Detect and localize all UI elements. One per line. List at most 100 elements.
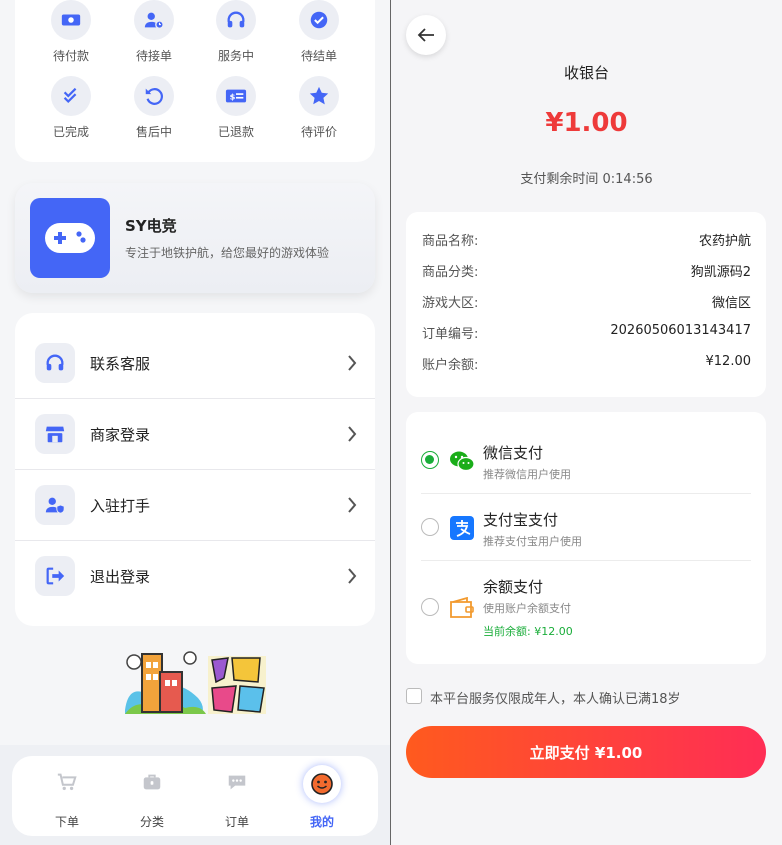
menu-item-join-player[interactable]: 入驻打手 xyxy=(15,470,375,540)
promo-title: SY电竞 xyxy=(125,217,177,235)
current-balance: 当前余额: ¥12.00 xyxy=(483,625,573,638)
radio-selected[interactable] xyxy=(421,451,439,469)
payment-countdown: 支付剩余时间 0:14:56 xyxy=(520,172,653,187)
order-status-completed[interactable]: 已完成 xyxy=(31,76,111,140)
order-status-pending-review[interactable]: 待评价 xyxy=(279,76,359,140)
info-value: 微信区 xyxy=(711,296,751,311)
payment-option-desc: 使用账户余额支付 xyxy=(483,602,571,615)
money-icon xyxy=(51,0,91,40)
tab-orders[interactable]: 订单 xyxy=(207,756,267,836)
payment-option-desc: 推荐微信用户使用 xyxy=(483,468,571,481)
order-status-pending-accept[interactable]: 待接单 xyxy=(114,0,194,64)
agreement-checkbox[interactable] xyxy=(406,688,422,704)
chevron-right-icon xyxy=(348,497,357,513)
tab-order[interactable]: 下单 xyxy=(37,756,97,836)
chat-icon xyxy=(221,766,253,798)
chevron-right-icon xyxy=(348,355,357,371)
rotate-left-icon xyxy=(134,76,174,116)
menu-item-label: 入驻打手 xyxy=(90,496,151,515)
wallet-icon xyxy=(449,595,475,621)
svg-text:$: $ xyxy=(230,92,236,102)
order-status-after-sale[interactable]: 售后中 xyxy=(114,76,194,140)
order-status-label: 售后中 xyxy=(135,125,172,139)
order-status-pending-settle[interactable]: 待结单 xyxy=(279,0,359,64)
headset-icon xyxy=(216,0,256,40)
user-clock-icon xyxy=(134,0,174,40)
info-value: 20260506013143417 xyxy=(610,323,751,338)
info-key: 订单编号: xyxy=(422,327,479,342)
order-status-in-service[interactable]: 服务中 xyxy=(196,0,276,64)
chevron-right-icon xyxy=(348,568,357,584)
info-row-product-category: 商品分类: 狗凯源码2 xyxy=(422,261,751,281)
menu-item-logout[interactable]: 退出登录 xyxy=(15,541,375,611)
order-status-label: 待评价 xyxy=(300,125,337,139)
info-key: 商品分类: xyxy=(422,265,479,280)
checkout-screen: 收银台 ¥1.00 支付剩余时间 0:14:56 商品名称: 农药护航 商品分类… xyxy=(391,0,782,845)
profile-screen: 待付款 待接单 服务中 待结单 已完成 售后中 $ 已退款 待评价 SY电竞 专… xyxy=(0,0,390,845)
info-row-account-balance: 账户余额: ¥12.00 xyxy=(422,354,751,374)
order-status-label: 待接单 xyxy=(135,49,172,63)
order-status-label: 已退款 xyxy=(217,125,254,139)
info-row-game-region: 游戏大区: 微信区 xyxy=(422,292,751,312)
cart-icon xyxy=(51,766,83,798)
radio-unselected[interactable] xyxy=(421,518,439,536)
payment-option-name: 支付宝支付 xyxy=(483,511,559,529)
store-icon xyxy=(35,414,75,454)
info-key: 账户余额: xyxy=(422,358,479,373)
menu-item-label: 商家登录 xyxy=(90,425,151,444)
payment-methods-card: 微信支付 推荐微信用户使用 支付宝支付 推荐支付宝用户使用 余额支付 使用账户余… xyxy=(406,412,766,664)
wechat-icon xyxy=(449,448,475,474)
order-status-pending-payment[interactable]: 待付款 xyxy=(31,0,111,64)
order-status-label: 待结单 xyxy=(300,49,337,63)
smiley-avatar-icon xyxy=(303,765,341,803)
agreement-text: 本平台服务仅限成年人，本人确认已满18岁 xyxy=(430,692,681,707)
back-button[interactable] xyxy=(406,15,446,55)
payment-option-name: 微信支付 xyxy=(483,444,544,462)
chevron-right-icon xyxy=(348,426,357,442)
menu-item-label: 退出登录 xyxy=(90,567,151,586)
menu-item-merchant-login[interactable]: 商家登录 xyxy=(15,399,375,469)
pay-now-button[interactable]: 立即支付 ¥1.00 xyxy=(406,726,766,778)
order-status-card: 待付款 待接单 服务中 待结单 已完成 售后中 $ 已退款 待评价 xyxy=(15,0,375,162)
order-info-card: 商品名称: 农药护航 商品分类: 狗凯源码2 游戏大区: 微信区 订单编号: 2… xyxy=(406,212,766,397)
menu-card: 联系客服 商家登录 入驻打手 退出登录 xyxy=(15,313,375,626)
info-value: ¥12.00 xyxy=(705,354,752,369)
tab-label: 订单 xyxy=(224,815,249,829)
radio-unselected[interactable] xyxy=(421,598,439,616)
info-row-order-number: 订单编号: 20260506013143417 xyxy=(422,323,751,343)
menu-item-label: 联系客服 xyxy=(90,354,151,373)
bottom-tabbar: 下单 分类 订单 我的 xyxy=(12,756,378,836)
divider xyxy=(421,493,751,494)
payment-option-balance[interactable]: 余额支付 使用账户余额支付 当前余额: ¥12.00 xyxy=(421,574,751,646)
page-title: 收银台 xyxy=(563,64,609,82)
payment-option-wechat[interactable]: 微信支付 推荐微信用户使用 xyxy=(421,440,751,490)
payment-option-desc: 推荐支付宝用户使用 xyxy=(483,535,582,548)
double-check-icon xyxy=(51,76,91,116)
tab-label: 分类 xyxy=(139,815,164,829)
info-key: 游戏大区: xyxy=(422,296,479,311)
menu-item-contact-service[interactable]: 联系客服 xyxy=(15,328,375,398)
arrow-left-icon xyxy=(417,28,434,42)
payment-option-name: 余额支付 xyxy=(483,578,544,596)
info-key: 商品名称: xyxy=(422,234,479,249)
tab-category[interactable]: 分类 xyxy=(122,756,182,836)
star-icon xyxy=(299,76,339,116)
refund-bill-icon: $ xyxy=(216,76,256,116)
brand-logo xyxy=(125,651,266,714)
order-status-label: 已完成 xyxy=(52,125,89,139)
promo-subtitle: 专注于地铁护航，给您最好的游戏体验 xyxy=(125,246,330,260)
alipay-icon xyxy=(449,515,475,541)
order-status-refunded[interactable]: $ 已退款 xyxy=(196,76,276,140)
gamepad-icon xyxy=(30,198,110,278)
payment-option-alipay[interactable]: 支付宝支付 推荐支付宝用户使用 xyxy=(421,507,751,557)
tab-label: 下单 xyxy=(54,815,79,829)
order-status-label: 待付款 xyxy=(52,49,89,63)
tab-mine[interactable]: 我的 xyxy=(292,756,352,836)
promo-banner[interactable]: SY电竞 专注于地铁护航，给您最好的游戏体验 xyxy=(15,183,375,293)
payment-amount: ¥1.00 xyxy=(545,108,628,138)
user-shield-icon xyxy=(35,485,75,525)
check-circle-icon xyxy=(299,0,339,40)
logout-icon xyxy=(35,556,75,596)
info-row-product-name: 商品名称: 农药护航 xyxy=(422,230,751,250)
tab-label: 我的 xyxy=(309,815,334,829)
